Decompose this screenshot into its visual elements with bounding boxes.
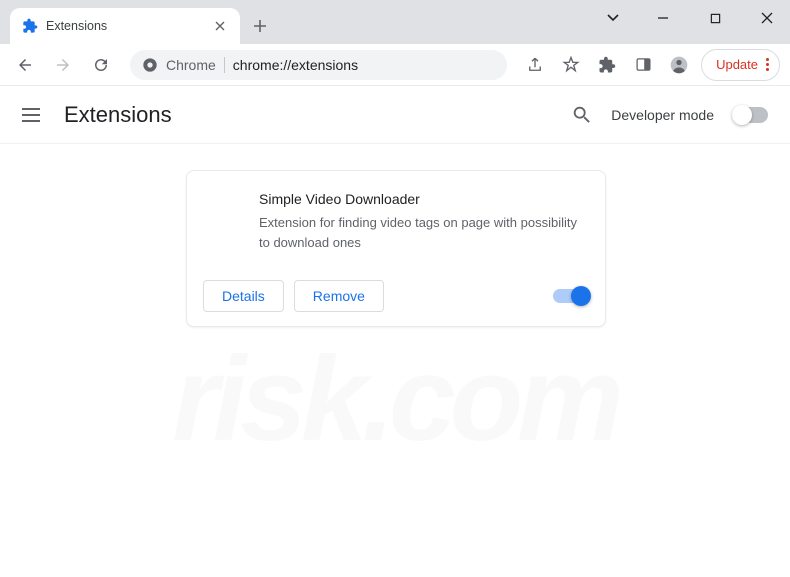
tab-title: Extensions — [46, 19, 212, 33]
extension-enable-toggle[interactable] — [553, 289, 589, 303]
update-label: Update — [716, 57, 758, 72]
extension-puzzle-icon — [22, 18, 38, 34]
new-tab-button[interactable] — [246, 12, 274, 40]
update-button[interactable]: Update — [701, 49, 780, 81]
forward-button[interactable] — [48, 50, 78, 80]
menu-dots-icon — [766, 58, 769, 71]
window-titlebar: Extensions — [0, 0, 790, 44]
browser-tab[interactable]: Extensions — [10, 8, 240, 44]
window-maximize-button[interactable] — [700, 4, 730, 32]
search-button[interactable] — [571, 104, 593, 126]
details-button[interactable]: Details — [203, 280, 284, 312]
extension-name: Simple Video Downloader — [259, 191, 585, 207]
tab-close-button[interactable] — [212, 18, 228, 34]
window-controls — [648, 4, 782, 32]
extension-icon-placeholder — [207, 191, 243, 227]
browser-toolbar: Chrome chrome://extensions Update — [0, 44, 790, 86]
extension-card: Simple Video Downloader Extension for fi… — [186, 170, 606, 327]
main-menu-button[interactable] — [22, 103, 46, 127]
window-close-button[interactable] — [752, 4, 782, 32]
back-button[interactable] — [10, 50, 40, 80]
share-button[interactable] — [521, 51, 549, 79]
address-bar[interactable]: Chrome chrome://extensions — [130, 50, 507, 80]
extensions-button[interactable] — [593, 51, 621, 79]
developer-mode-toggle[interactable] — [732, 107, 768, 123]
developer-mode-label: Developer mode — [611, 107, 714, 123]
profile-button[interactable] — [665, 51, 693, 79]
extension-description: Extension for finding video tags on page… — [259, 213, 585, 252]
chrome-logo-icon — [142, 57, 158, 73]
page-header: Extensions Developer mode — [0, 86, 790, 144]
bookmark-button[interactable] — [557, 51, 585, 79]
page-title: Extensions — [64, 102, 172, 128]
url-text: chrome://extensions — [233, 57, 358, 73]
tab-search-button[interactable] — [606, 10, 620, 24]
extensions-grid: Simple Video Downloader Extension for fi… — [0, 144, 790, 353]
reload-button[interactable] — [86, 50, 116, 80]
window-minimize-button[interactable] — [648, 4, 678, 32]
remove-button[interactable]: Remove — [294, 280, 384, 312]
side-panel-button[interactable] — [629, 51, 657, 79]
url-scheme-label: Chrome — [166, 57, 225, 73]
